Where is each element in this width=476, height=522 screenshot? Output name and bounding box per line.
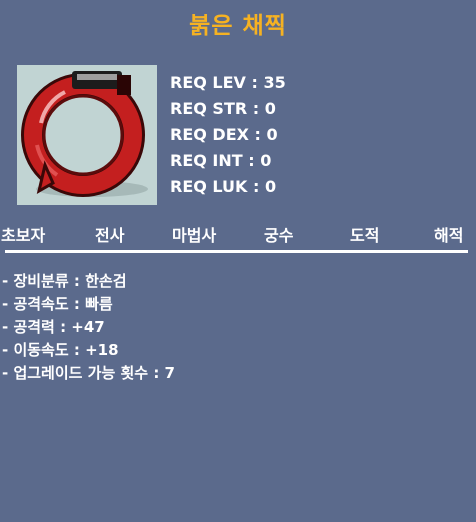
stat-attack-speed: - 공격속도 : 빠름: [2, 295, 113, 313]
requirements-list: REQ LEV : 35 REQ STR : 0 REQ DEX : 0 REQ…: [170, 70, 286, 200]
stat-attack: - 공격력 : +47: [2, 318, 105, 336]
stat-category: - 장비분류 : 한손검: [2, 272, 127, 290]
req-int: REQ INT : 0: [170, 151, 272, 170]
divider: [5, 250, 468, 253]
req-luk: REQ LUK : 0: [170, 177, 277, 196]
job-magician: 마법사: [172, 226, 217, 245]
job-thief: 도적: [350, 226, 380, 245]
job-pirate: 해적: [434, 226, 464, 245]
red-whip-icon: [17, 65, 157, 205]
job-beginner: 초보자: [1, 226, 46, 245]
job-warrior: 전사: [95, 226, 125, 245]
job-list: 초보자 전사 마법사 궁수 도적 해적: [0, 222, 476, 245]
req-level: REQ LEV : 35: [170, 73, 286, 92]
stat-upgrade-slots: - 업그레이드 가능 횟수 : 7: [2, 364, 175, 382]
stat-speed: - 이동속도 : +18: [2, 341, 119, 359]
job-bowman: 궁수: [264, 226, 294, 245]
stats-list: - 장비분류 : 한손검 - 공격속도 : 빠름 - 공격력 : +47 - 이…: [2, 270, 175, 385]
req-str: REQ STR : 0: [170, 99, 276, 118]
item-name: 붉은 채찍: [189, 13, 287, 39]
req-dex: REQ DEX : 0: [170, 125, 278, 144]
